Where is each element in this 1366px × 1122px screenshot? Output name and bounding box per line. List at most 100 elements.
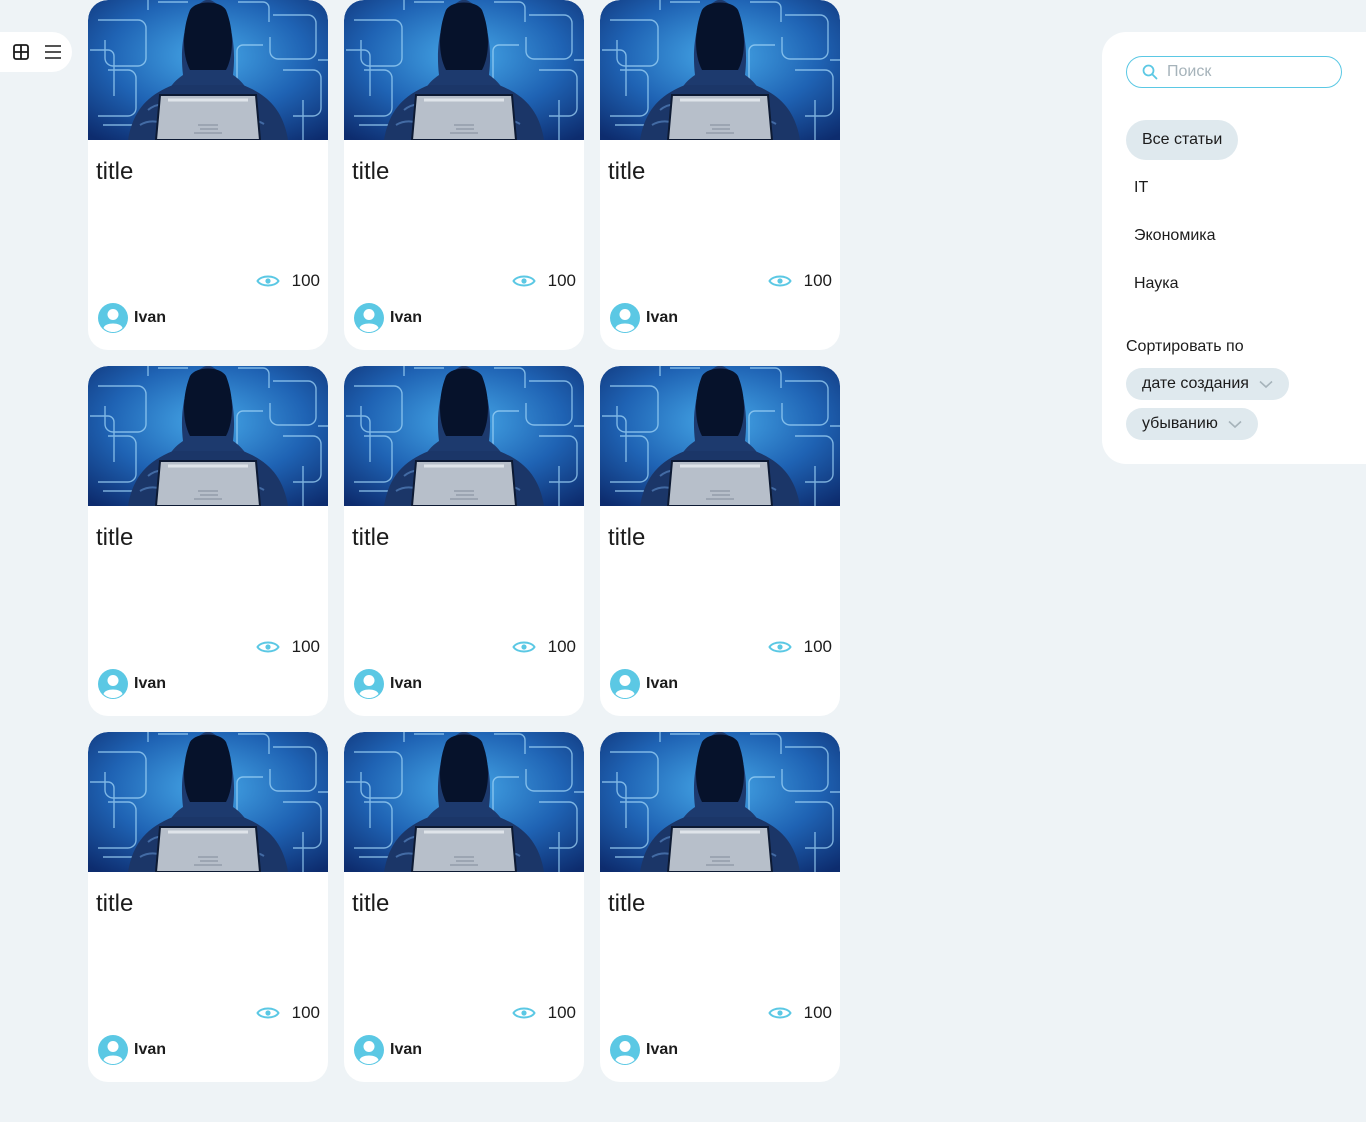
article-card[interactable]: title 100 Ivan: [88, 732, 328, 1082]
article-author[interactable]: Ivan: [354, 669, 422, 699]
grid-icon: [13, 44, 29, 60]
article-author[interactable]: Ivan: [610, 669, 678, 699]
article-views: 100: [256, 271, 320, 291]
views-count: 100: [803, 637, 832, 656]
eye-icon: [512, 1005, 536, 1021]
list-icon: [45, 45, 61, 59]
article-author[interactable]: Ivan: [98, 1035, 166, 1065]
author-name: Ivan: [646, 309, 679, 326]
article-card[interactable]: title 100 Ivan: [344, 0, 584, 350]
eye-icon: [512, 273, 536, 289]
article-author[interactable]: Ivan: [98, 669, 166, 699]
views-count: 100: [803, 1003, 832, 1022]
search-box[interactable]: [1126, 56, 1342, 88]
avatar-icon: [610, 1035, 640, 1065]
search-input[interactable]: [1167, 63, 1327, 81]
author-name: Ivan: [646, 675, 679, 692]
eye-icon: [512, 639, 536, 655]
article-title: title: [608, 524, 646, 551]
avatar-icon: [98, 1035, 128, 1065]
author-name: Ivan: [390, 675, 423, 692]
avatar-icon: [98, 669, 128, 699]
article-views: 100: [512, 271, 576, 291]
sort-field-select[interactable]: дате создания: [1126, 368, 1289, 400]
chevron-down-icon: [1228, 420, 1242, 429]
chevron-down-icon: [1259, 380, 1273, 389]
article-list: title 100 Ivan title 100 Ivan title 100: [88, 0, 840, 1082]
article-card[interactable]: title 100 Ivan: [600, 732, 840, 1082]
article-title: title: [96, 890, 134, 917]
eye-icon: [768, 1005, 792, 1021]
article-title: title: [608, 158, 646, 185]
article-title: title: [352, 524, 390, 551]
article-author[interactable]: Ivan: [354, 1035, 422, 1065]
eye-icon: [768, 639, 792, 655]
article-card[interactable]: title 100 Ivan: [344, 732, 584, 1082]
views-count: 100: [547, 1003, 576, 1022]
article-image: [88, 366, 328, 506]
article-image: [344, 0, 584, 140]
article-views: 100: [256, 1003, 320, 1023]
avatar-icon: [98, 303, 128, 333]
author-name: Ivan: [134, 675, 167, 692]
category-science[interactable]: Наука: [1126, 264, 1195, 304]
category-it[interactable]: IT: [1126, 168, 1164, 208]
avatar-icon: [354, 1035, 384, 1065]
article-author[interactable]: Ivan: [610, 303, 678, 333]
article-image: [88, 732, 328, 872]
article-views: 100: [512, 637, 576, 657]
author-name: Ivan: [134, 309, 167, 326]
article-card[interactable]: title 100 Ivan: [88, 0, 328, 350]
article-card[interactable]: title 100 Ivan: [88, 366, 328, 716]
eye-icon: [256, 639, 280, 655]
search-icon: [1142, 64, 1158, 80]
author-name: Ivan: [646, 1041, 679, 1058]
view-switcher: [0, 32, 72, 72]
list-view-button[interactable]: [44, 43, 62, 61]
article-card[interactable]: title 100 Ivan: [600, 0, 840, 350]
article-card[interactable]: title 100 Ivan: [600, 366, 840, 716]
sort-order-value: убыванию: [1142, 415, 1218, 432]
article-image: [600, 732, 840, 872]
article-image: [344, 366, 584, 506]
article-views: 100: [512, 1003, 576, 1023]
article-views: 100: [256, 637, 320, 657]
author-name: Ivan: [134, 1041, 167, 1058]
views-count: 100: [291, 1003, 320, 1022]
article-image: [344, 732, 584, 872]
sort-label: Сортировать по: [1126, 338, 1244, 355]
sort-field-value: дате создания: [1142, 375, 1249, 392]
author-name: Ivan: [390, 1041, 423, 1058]
article-image: [600, 0, 840, 140]
article-author[interactable]: Ivan: [98, 303, 166, 333]
eye-icon: [256, 1005, 280, 1021]
views-count: 100: [547, 271, 576, 290]
avatar-icon: [610, 669, 640, 699]
article-image: [600, 366, 840, 506]
eye-icon: [768, 273, 792, 289]
article-author[interactable]: Ivan: [610, 1035, 678, 1065]
sort-order-select[interactable]: убыванию: [1126, 408, 1258, 440]
category-economy[interactable]: Экономика: [1126, 216, 1232, 256]
author-name: Ivan: [390, 309, 423, 326]
eye-icon: [256, 273, 280, 289]
article-title: title: [352, 158, 390, 185]
article-author[interactable]: Ivan: [354, 303, 422, 333]
grid-view-button[interactable]: [12, 43, 30, 61]
article-image: [88, 0, 328, 140]
article-card[interactable]: title 100 Ivan: [344, 366, 584, 716]
article-views: 100: [768, 637, 832, 657]
views-count: 100: [803, 271, 832, 290]
article-title: title: [608, 890, 646, 917]
article-title: title: [96, 158, 134, 185]
avatar-icon: [354, 303, 384, 333]
article-title: title: [352, 890, 390, 917]
avatar-icon: [610, 303, 640, 333]
filters-sidebar: Все статьи IT Экономика Наука Сортироват…: [1102, 32, 1366, 464]
views-count: 100: [547, 637, 576, 656]
views-count: 100: [291, 637, 320, 656]
article-title: title: [96, 524, 134, 551]
avatar-icon: [354, 669, 384, 699]
category-all[interactable]: Все статьи: [1126, 120, 1239, 160]
views-count: 100: [291, 271, 320, 290]
